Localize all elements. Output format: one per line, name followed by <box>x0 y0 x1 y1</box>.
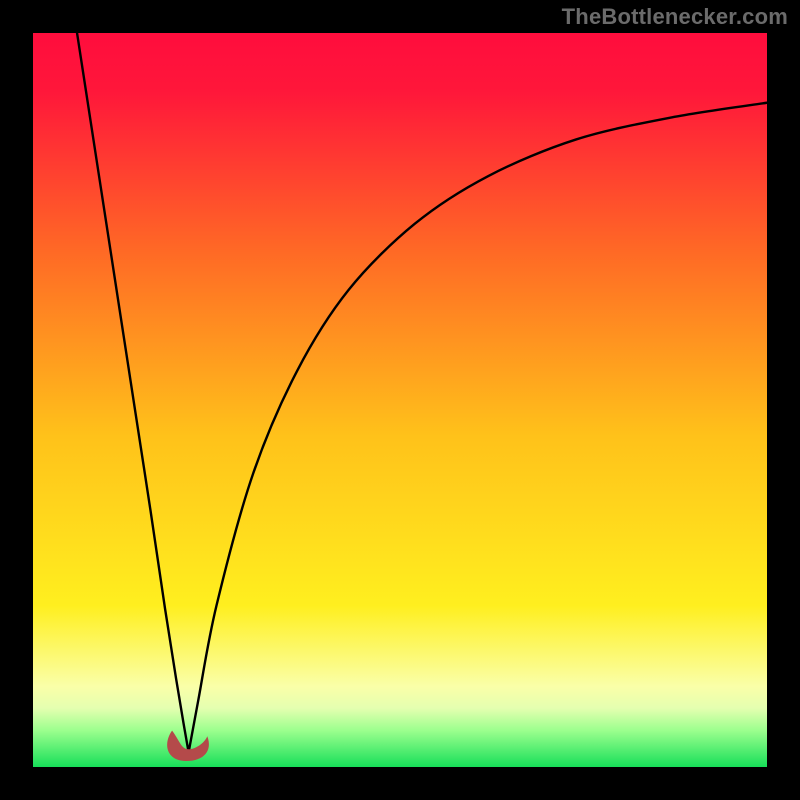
chart-svg <box>33 33 767 767</box>
attribution-text: TheBottlenecker.com <box>562 4 788 30</box>
chart-background <box>33 33 767 767</box>
chart-plot-area <box>33 33 767 767</box>
chart-frame: TheBottlenecker.com <box>0 0 800 800</box>
